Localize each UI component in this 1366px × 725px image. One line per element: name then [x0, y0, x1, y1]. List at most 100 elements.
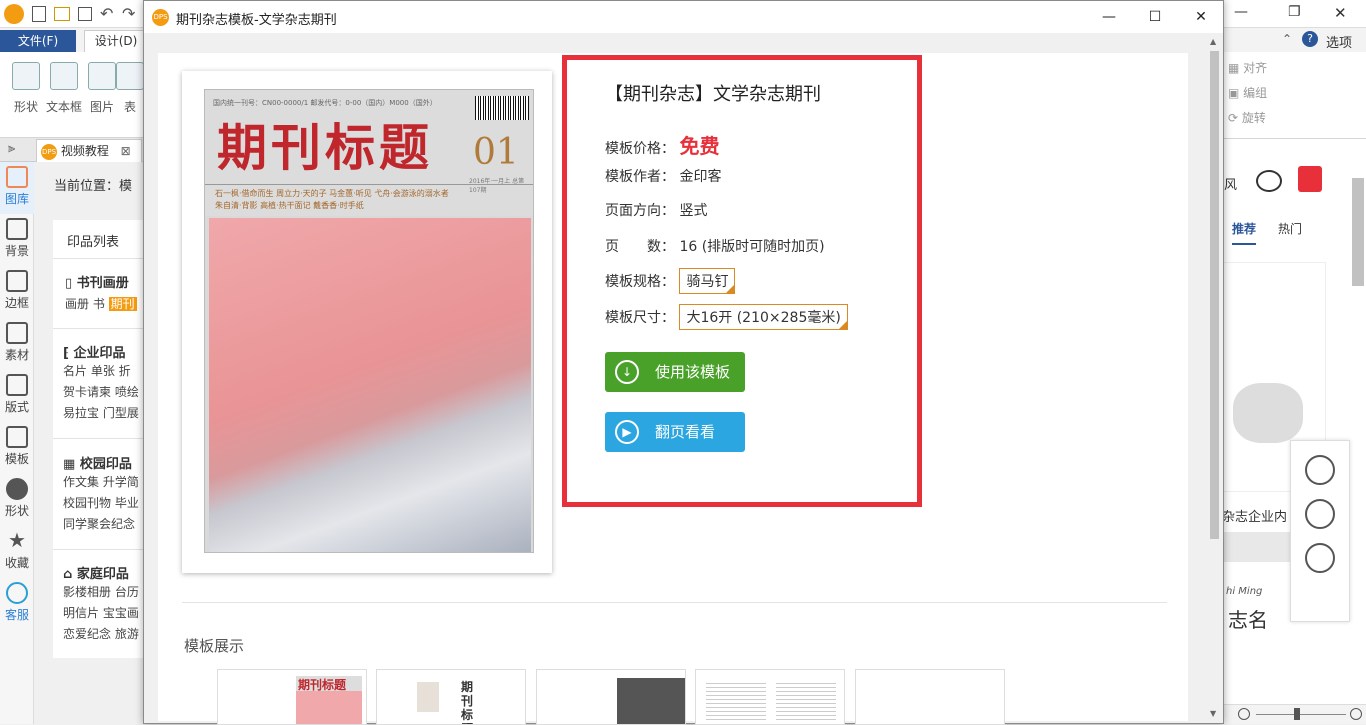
app-minimize-icon[interactable]: — [1234, 4, 1248, 20]
nav-material[interactable]: 素材 [0, 318, 34, 370]
section-links-family[interactable]: 影楼相册 台历 明信片 宝宝画 恋爱纪念 旅游 [63, 582, 145, 645]
minimize-icon[interactable]: — [1086, 1, 1132, 33]
location-text: 当前位置：模 [54, 179, 133, 194]
flower-icon [6, 322, 28, 344]
ribbon-table[interactable]: 表 [116, 62, 144, 115]
undo-icon[interactable]: ↶ [100, 4, 113, 23]
right-scrollbar-thumb[interactable] [1352, 178, 1364, 286]
doc-tab-video[interactable]: DPS 视频教程 ⊠ [36, 139, 142, 162]
category-panel: 印品列表 ▯ 书刊画册 画册 书 期刊 ⁅ 企业印品 名片 单张 折 贺卡请柬 … [53, 220, 145, 658]
textbox-icon [50, 62, 78, 90]
ribbon-textbox-label: 文本框 [45, 100, 82, 114]
background-icon [6, 218, 28, 240]
section-links-books[interactable]: 画册 书 期刊 [65, 294, 145, 315]
nav-template[interactable]: 模板 [0, 422, 34, 474]
cover-line-2: 朱自清·背影 高植·热干面记 戴香香·时手纸 [215, 201, 364, 210]
save-icon[interactable] [78, 7, 92, 21]
nav-border[interactable]: 边框 [0, 266, 34, 318]
zoom-slider-thumb[interactable] [1294, 708, 1300, 720]
zoom-in-icon[interactable] [1350, 708, 1362, 720]
nav-border-label: 边框 [4, 296, 29, 310]
dps-badge-icon: DPS [41, 143, 57, 160]
zoom-slider[interactable] [1256, 714, 1346, 715]
zoom-out-icon[interactable] [1238, 708, 1250, 720]
section-links-enterprise[interactable]: 名片 单张 折 贺卡请柬 喷绘 易拉宝 门型展 [63, 361, 145, 424]
name-text: 志名 [1228, 608, 1268, 632]
design-menu[interactable]: 设计(D) [84, 30, 148, 52]
nav-service[interactable]: 客服 [0, 578, 34, 630]
nav-favorites[interactable]: ★ 收藏 [0, 526, 34, 578]
qq-icon[interactable] [1305, 455, 1335, 485]
help-icon[interactable]: ? [1302, 31, 1318, 47]
chat-bubble-icon[interactable] [1256, 170, 1282, 192]
tab-recommended[interactable]: 推荐 [1232, 220, 1257, 245]
play-icon: ▶ [615, 420, 639, 444]
new-doc-icon[interactable] [32, 6, 46, 22]
showcase-thumb-3[interactable] [536, 669, 686, 725]
showcase-title: 模板展示 [184, 637, 245, 655]
use-template-button[interactable]: ↓ 使用该模板 [605, 352, 745, 392]
style-text: 风 [1224, 178, 1238, 193]
thumb-text-column [776, 680, 836, 720]
cover-preview-card: 国内统一刊号：CN00-0000/1 邮发代号：0-00（国内）M000（国外）… [182, 71, 552, 573]
flip-preview-button[interactable]: ▶ 翻页看看 [605, 412, 745, 452]
collapse-ribbon-icon[interactable]: ⌃ [1282, 32, 1292, 46]
library-icon [6, 166, 28, 188]
nav-library[interactable]: 图库 [0, 162, 34, 214]
close-icon[interactable]: ✕ [1178, 1, 1224, 33]
ribbon-shape[interactable]: 形状 [6, 62, 46, 115]
ribbon-rotate[interactable]: ⟳ 旋转 [1228, 106, 1266, 131]
link-periodical[interactable]: 期刊 [108, 297, 137, 311]
thumb-text-column [706, 680, 766, 720]
pages-label: 页 数： [605, 239, 675, 255]
spec-option[interactable]: 骑马钉 [679, 268, 736, 294]
wechat-icon[interactable] [1305, 499, 1335, 529]
dialog-scrollbar[interactable]: ▲ ▼ [1207, 37, 1221, 721]
chat-icon [6, 582, 28, 604]
tab-popular[interactable]: 热门 [1278, 220, 1302, 237]
collapse-panel-icon[interactable]: ⫸ [8, 141, 15, 156]
app-close-icon[interactable]: ✕ [1334, 4, 1347, 22]
nav-shape-label: 形状 [4, 504, 29, 518]
grid-icon [6, 374, 28, 396]
cover-footer-date: 2016年·一月上 总第107期 [469, 178, 525, 194]
file-menu[interactable]: 文件(F) [0, 30, 76, 52]
size-option[interactable]: 大16开 (210×285毫米) [679, 304, 849, 330]
thumb-street-photo [617, 678, 685, 724]
scroll-down-icon[interactable]: ▼ [1210, 709, 1216, 718]
open-folder-icon[interactable] [54, 7, 70, 21]
showcase-thumb-4[interactable] [695, 669, 845, 725]
orientation-row: 页面方向： 竖式 [605, 200, 707, 220]
scrollbar-thumb[interactable] [1210, 51, 1219, 539]
nav-layout-label: 版式 [4, 400, 29, 414]
nav-layout[interactable]: 版式 [0, 370, 34, 422]
nav-background[interactable]: 背景 [0, 214, 34, 266]
headset-icon[interactable] [1305, 543, 1335, 573]
ribbon-textbox[interactable]: 文本框 [44, 62, 84, 115]
ribbon-align[interactable]: ▦ 对齐 [1228, 56, 1267, 81]
redo-icon[interactable]: ↷ [122, 4, 135, 23]
showcase-thumb-2[interactable]: 期刊标题 [376, 669, 526, 725]
right-menubar: ⌃ ? 选项 [1222, 28, 1366, 52]
maximize-icon[interactable]: ☐ [1132, 1, 1178, 33]
download-icon: ↓ [615, 360, 639, 384]
tab-close-icon[interactable]: ⊠ [121, 144, 131, 158]
app-restore-icon[interactable]: ❐ [1288, 4, 1301, 20]
section-links-campus[interactable]: 作文集 升学简 校园刊物 毕业 同学聚会纪念 [63, 472, 145, 535]
cover-header-text: 国内统一刊号：CN00-0000/1 邮发代号：0-00（国内）M000（国外） [213, 99, 437, 107]
floating-service-bar [1290, 440, 1350, 622]
showcase-thumb-1[interactable]: 期刊标题 [217, 669, 367, 725]
magazine-cover: 国内统一刊号：CN00-0000/1 邮发代号：0-00（国内）M000（国外）… [204, 89, 534, 553]
showcase-thumb-5[interactable] [855, 669, 1005, 725]
ribbon-group[interactable]: ▣ 编组 [1228, 81, 1267, 106]
ribbon-shape-label: 形状 [13, 100, 38, 114]
ribbon-image-label: 图片 [89, 100, 114, 114]
cover-title: 期刊标题 [217, 118, 433, 177]
pages-row: 页 数： 16 (排版时可随时加页) [605, 236, 825, 256]
border-icon [6, 270, 28, 292]
nav-shape[interactable]: 形状 [0, 474, 34, 526]
gift-icon[interactable] [1298, 166, 1322, 192]
scroll-up-icon[interactable]: ▲ [1210, 37, 1216, 46]
options-menu[interactable]: 选项 [1326, 32, 1352, 51]
divider [53, 549, 145, 550]
